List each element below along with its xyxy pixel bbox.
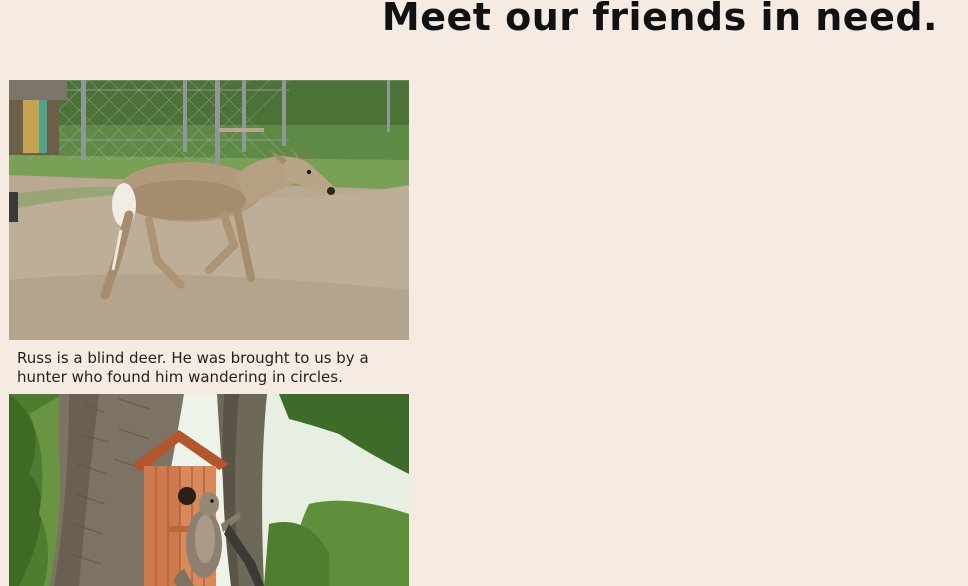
- animal-card: Russ is a blind deer. He was brought to …: [9, 80, 409, 386]
- squirrel-photo: [9, 394, 409, 586]
- page: Meet our friends in need. Russ is a blin…: [0, 0, 968, 586]
- animal-card: [9, 394, 409, 586]
- page-title: Meet our friends in need.: [381, 0, 938, 39]
- animal-caption: Russ is a blind deer. He was brought to …: [17, 349, 369, 386]
- deer-photo: [9, 80, 409, 340]
